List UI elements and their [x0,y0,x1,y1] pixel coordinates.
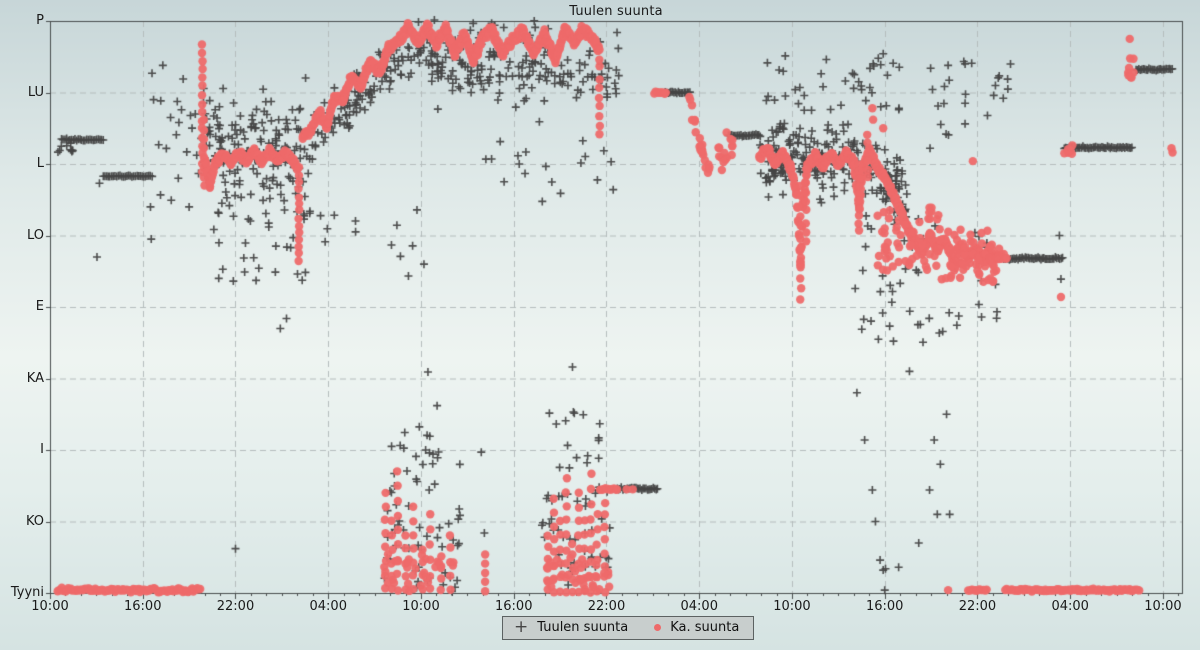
y-tick-label: LO [0,228,44,244]
y-tick-label: P [0,13,44,29]
plus-marker-icon: + [514,622,528,632]
x-tick-label: 10:00 [761,599,823,615]
x-tick-label: 10:00 [1132,599,1194,615]
x-tick-label: 16:00 [112,599,174,615]
y-tick-label: E [0,299,44,315]
x-tick-label: 04:00 [1039,599,1101,615]
legend-item-wind: + Tuulen suunta [514,620,628,635]
x-tick-label: 22:00 [204,599,266,615]
y-tick-label: KA [0,371,44,387]
chart-canvas [0,0,1200,650]
y-tick-label: L [0,156,44,172]
x-tick-label: 16:00 [483,599,545,615]
legend-label-wind: Tuulen suunta [537,620,628,635]
chart-title: Tuulen suunta [50,4,1182,19]
y-tick-label: I [0,442,44,458]
x-tick-label: 16:00 [854,599,916,615]
x-tick-label: 22:00 [575,599,637,615]
x-tick-label: 04:00 [668,599,730,615]
x-tick-label: 04:00 [297,599,359,615]
legend-item-avg: Ka. suunta [654,620,739,635]
y-tick-label: KO [0,514,44,530]
wind-direction-chart: Tuulen suunta PLULLOEKAIKOTyyni10:0016:0… [0,0,1200,650]
x-tick-label: 22:00 [946,599,1008,615]
x-tick-label: 10:00 [390,599,452,615]
legend-label-avg: Ka. suunta [670,620,739,635]
legend: + Tuulen suunta Ka. suunta [502,616,754,640]
dot-marker-icon [654,624,661,631]
y-tick-label: LU [0,85,44,101]
x-tick-label: 10:00 [19,599,81,615]
